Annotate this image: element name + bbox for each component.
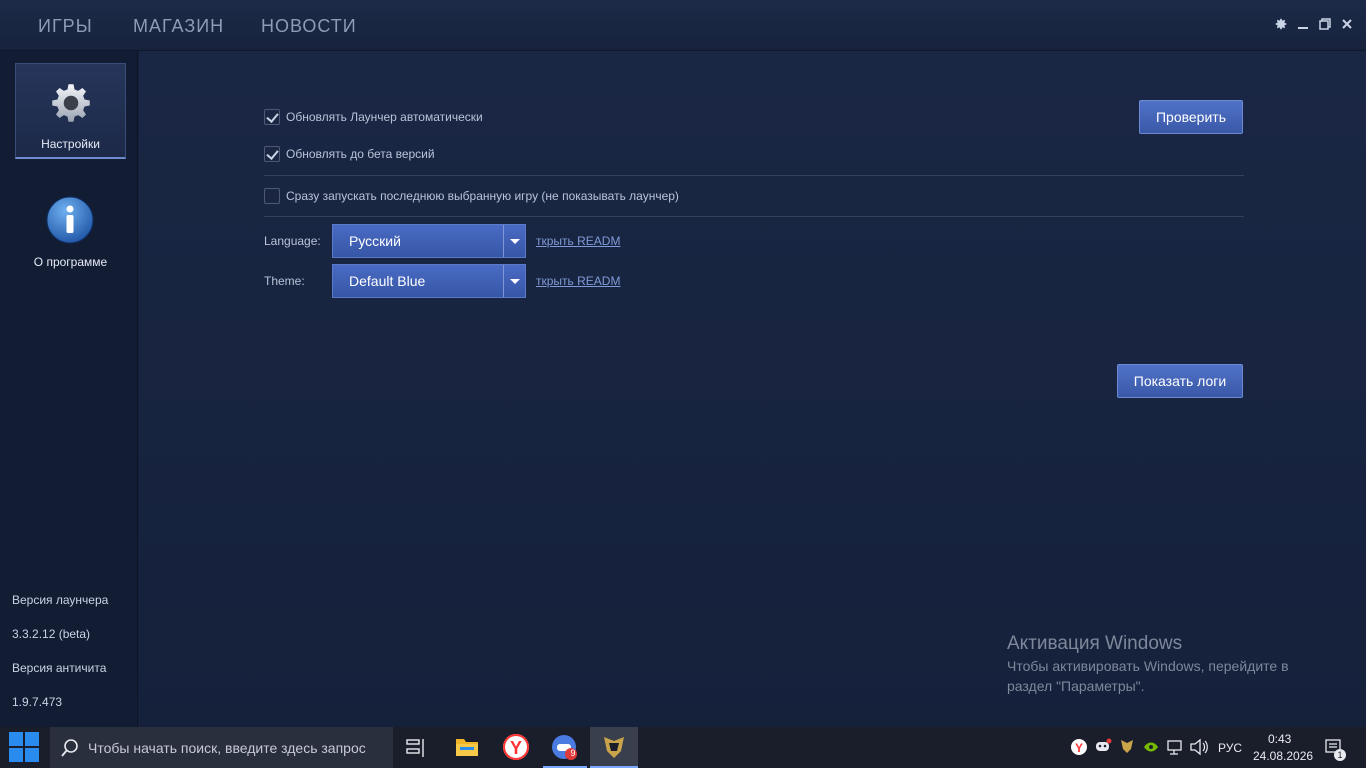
- theme-select-value: Default Blue: [349, 273, 426, 289]
- launch-last-label: Сразу запускать последнюю выбранную игру…: [286, 189, 679, 203]
- taskbar: Чтобы начать поиск, введите здесь запрос…: [0, 727, 1366, 768]
- volume-icon[interactable]: [1188, 727, 1210, 768]
- tab-store[interactable]: МАГАЗИН: [133, 16, 224, 37]
- theme-select[interactable]: Default Blue: [332, 264, 526, 298]
- yandex-browser-icon[interactable]: Y: [494, 727, 538, 768]
- clock-time[interactable]: 0:43: [1268, 732, 1291, 746]
- discord-tray-icon[interactable]: [1092, 727, 1114, 768]
- language-select-value: Русский: [349, 233, 401, 249]
- sidebar-item-about[interactable]: О программе: [15, 181, 126, 277]
- network-icon[interactable]: [1164, 727, 1186, 768]
- notification-count: 1: [1337, 750, 1343, 760]
- input-language-indicator[interactable]: РУС: [1218, 741, 1242, 755]
- minimize-icon[interactable]: [1295, 17, 1311, 33]
- anticheat-version-label: Версия античита: [12, 661, 107, 675]
- theme-label: Theme:: [264, 274, 305, 288]
- yandex-tray-icon[interactable]: Y: [1068, 727, 1090, 768]
- check-updates-button[interactable]: Проверить: [1139, 100, 1243, 134]
- sidebar-item-label: О программе: [33, 255, 108, 269]
- launcher-tray-icon[interactable]: [1116, 727, 1138, 768]
- activation-watermark-text: Чтобы активировать Windows, перейдите в …: [1007, 658, 1289, 694]
- language-label: Language:: [264, 234, 321, 248]
- beta-update-checkbox-row[interactable]: Обновлять до бета версий: [264, 146, 435, 162]
- open-readme-link[interactable]: ткрыть READM: [536, 274, 620, 288]
- launch-last-checkbox[interactable]: [264, 188, 280, 204]
- top-navigation-bar: ИГРЫ МАГАЗИН НОВОСТИ: [0, 0, 1366, 51]
- info-icon: [45, 195, 95, 245]
- settings-gear-icon[interactable]: [1273, 17, 1289, 33]
- launcher-version-value: 3.3.2.12 (beta): [12, 627, 91, 641]
- maximize-icon[interactable]: [1317, 17, 1333, 33]
- launcher-version-label: Версия лаунчера: [12, 593, 109, 607]
- tab-news[interactable]: НОВОСТИ: [261, 16, 357, 37]
- start-button[interactable]: [0, 727, 48, 768]
- chevron-down-icon[interactable]: [503, 225, 525, 257]
- game-app-icon[interactable]: 9: [543, 727, 587, 768]
- app-badge: 9: [570, 748, 576, 758]
- sidebar-item-settings[interactable]: Настройки: [15, 63, 126, 159]
- task-view-icon[interactable]: [398, 727, 434, 768]
- gear-icon: [46, 78, 96, 128]
- divider: [264, 175, 1244, 176]
- launch-last-checkbox-row[interactable]: Сразу запускать последнюю выбранную игру…: [264, 188, 679, 204]
- windows-logo-icon: [9, 732, 39, 762]
- activation-watermark-title: Активация Windows: [1007, 633, 1183, 654]
- beta-update-checkbox[interactable]: [264, 146, 280, 162]
- beta-update-label: Обновлять до бета версий: [286, 147, 435, 161]
- search-placeholder: Чтобы начать поиск, введите здесь запрос: [88, 740, 366, 756]
- launcher-app-icon[interactable]: [590, 727, 638, 768]
- open-readme-link[interactable]: ткрыть READM: [536, 234, 620, 248]
- divider: [264, 216, 1244, 217]
- language-select[interactable]: Русский: [332, 224, 526, 258]
- chevron-down-icon[interactable]: [503, 265, 525, 297]
- notifications-icon[interactable]: 1: [1320, 727, 1352, 768]
- search-icon: [61, 739, 78, 757]
- svg-text:Y: Y: [1075, 741, 1083, 755]
- sidebar-item-label: Настройки: [41, 137, 100, 151]
- close-icon[interactable]: [1339, 17, 1355, 33]
- anticheat-version-value: 1.9.7.473: [12, 695, 63, 709]
- auto-update-checkbox-row[interactable]: Обновлять Лаунчер автоматически: [264, 109, 483, 125]
- nvidia-tray-icon[interactable]: [1140, 727, 1162, 768]
- clock-date[interactable]: 24.08.2026: [1253, 749, 1313, 763]
- taskbar-search-input[interactable]: Чтобы начать поиск, введите здесь запрос: [50, 727, 393, 768]
- auto-update-label: Обновлять Лаунчер автоматически: [286, 110, 483, 124]
- file-explorer-icon[interactable]: [445, 727, 489, 768]
- tab-games[interactable]: ИГРЫ: [38, 16, 93, 37]
- show-logs-button[interactable]: Показать логи: [1117, 364, 1243, 398]
- sidebar: Настройки О программе Версия лаунчера 3.…: [0, 51, 138, 727]
- svg-text:Y: Y: [510, 738, 522, 758]
- auto-update-checkbox[interactable]: [264, 109, 280, 125]
